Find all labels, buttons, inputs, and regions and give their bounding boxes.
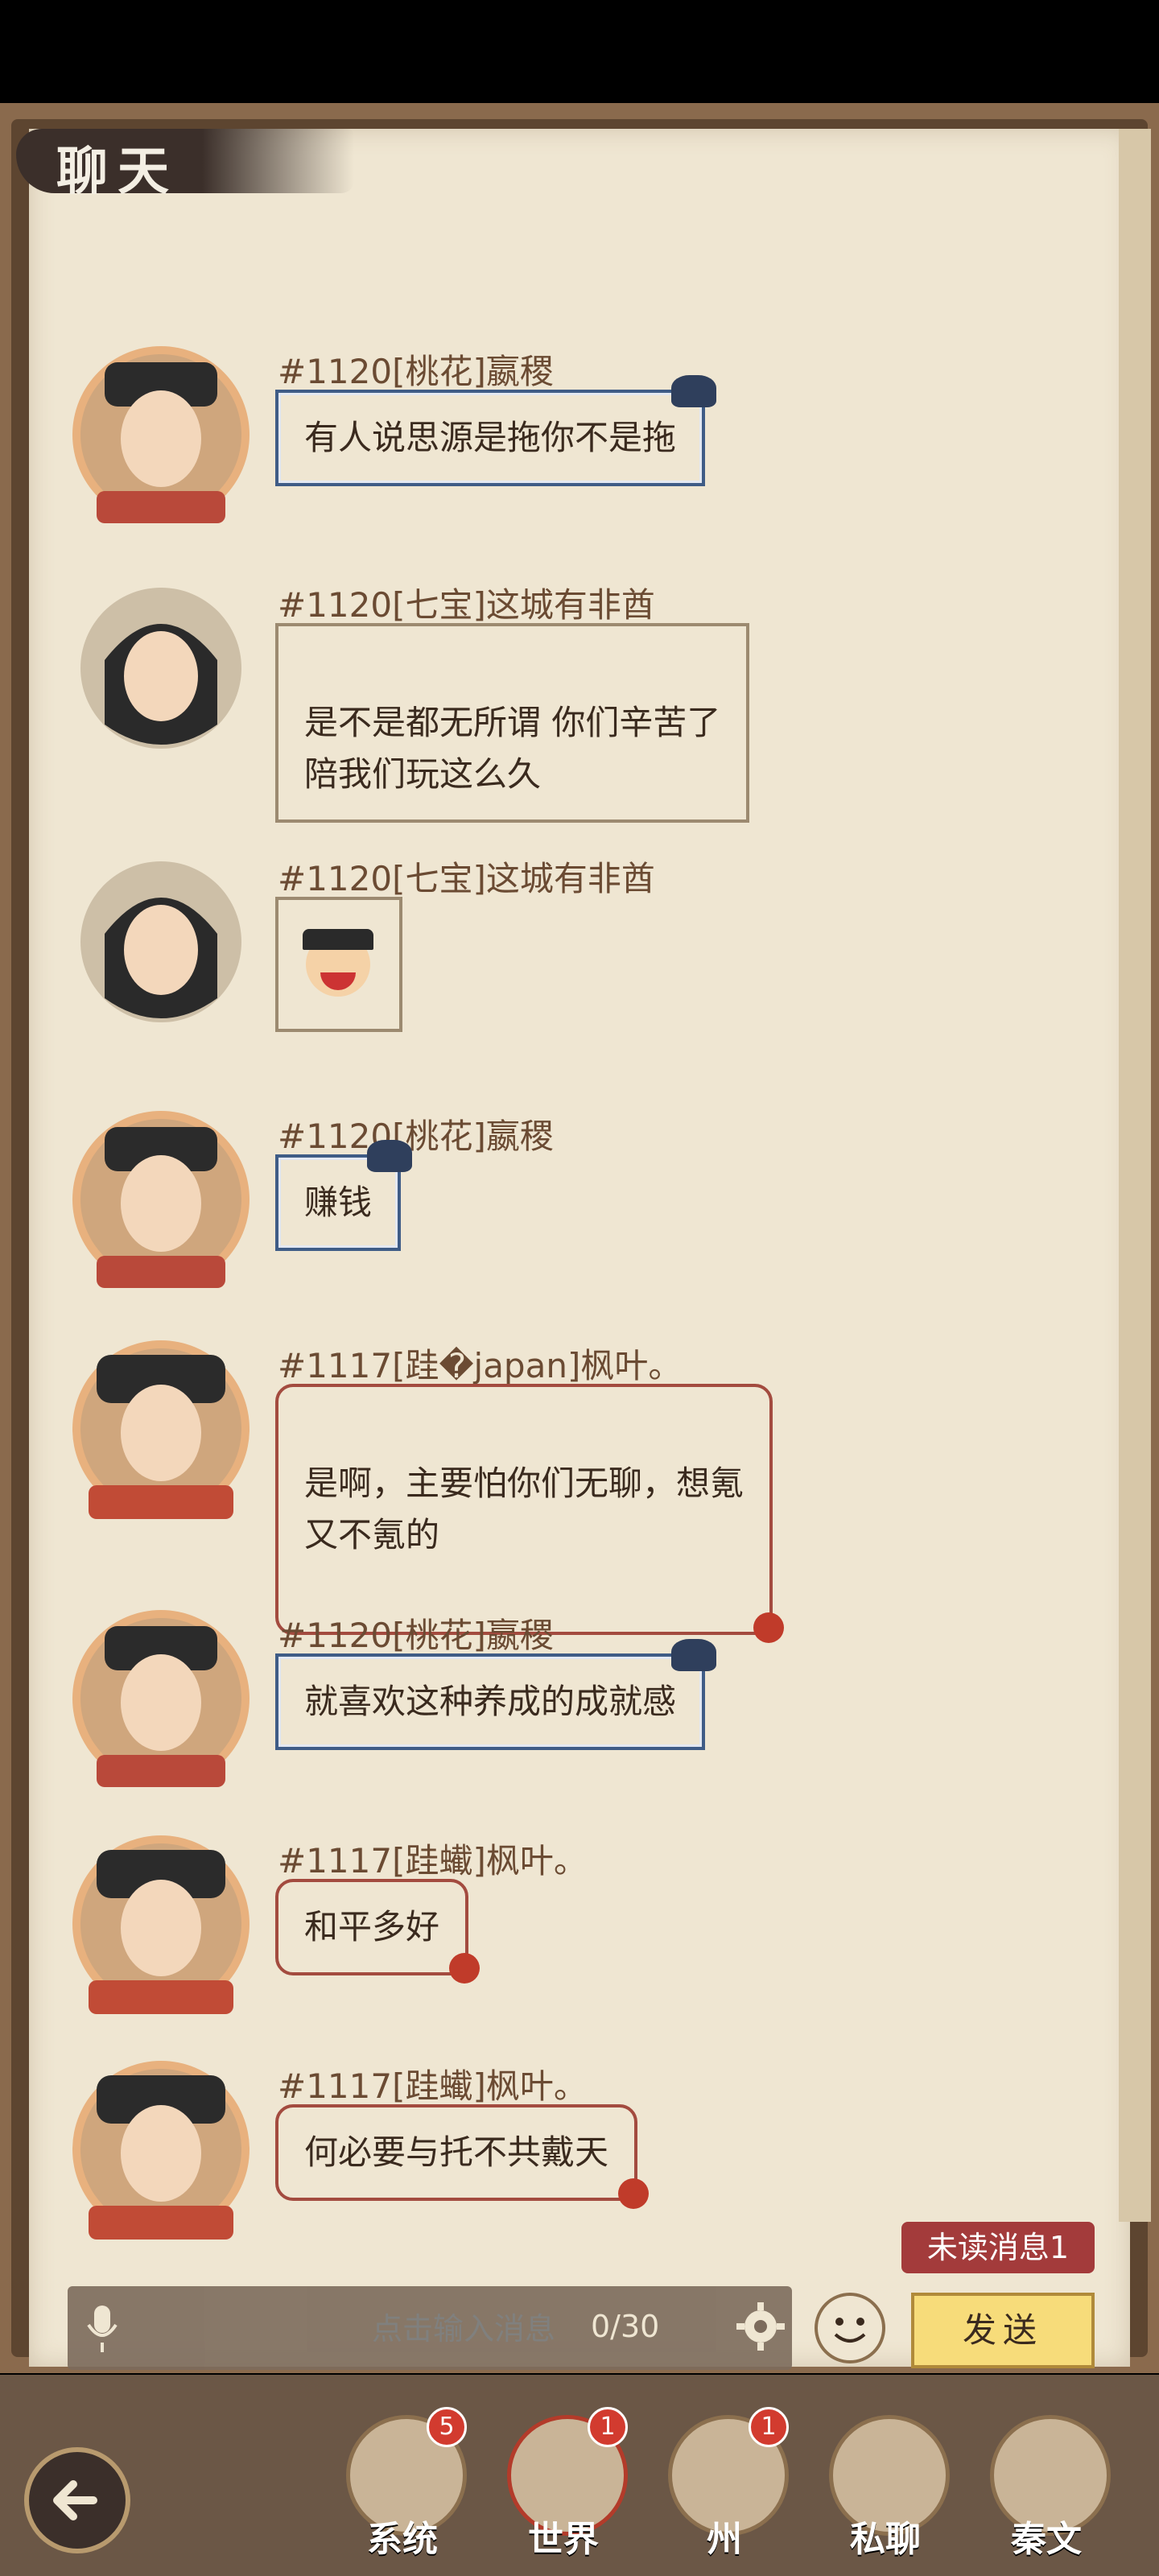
tab-qinwen[interactable]: 秦文 — [974, 2407, 1119, 2568]
microphone-icon[interactable] — [84, 2301, 121, 2355]
message-bubble[interactable]: 赚钱 — [275, 1140, 413, 1251]
avatar-icon — [72, 1340, 250, 1519]
avatar-icon — [72, 1610, 250, 1787]
message-text: 和平多好 — [304, 1907, 440, 1946]
sender-name: #1120[桃花]嬴稷 — [278, 1616, 554, 1655]
sender-name: #1120[桃花]嬴稷 — [278, 352, 554, 391]
avatar-icon — [72, 1111, 250, 1288]
sender-name: #1117[跬蠘]枫叶。 — [278, 1841, 588, 1880]
emoji-button-icon[interactable] — [813, 2291, 887, 2365]
pouch-icon — [449, 1953, 481, 1984]
avatar-icon — [72, 346, 250, 523]
tab-badge: 5 — [427, 2407, 467, 2447]
message-text: 有人说思源是拖你不是拖 — [304, 418, 677, 457]
sender-name: #1120[七宝]这城有非酋 — [278, 585, 655, 625]
message-bubble[interactable]: 是不是都无所谓 你们辛苦了 陪我们玩这么久 — [275, 623, 750, 823]
message-text: 是啊，主要怕你们无聊，想氪 又不氪的 — [304, 1463, 744, 1554]
message-bubble[interactable]: 何必要与托不共戴天 — [275, 2104, 650, 2209]
tab-label: 系统 — [367, 2519, 438, 2560]
sender-name: #1117[跬�japan]枫叶。 — [278, 1346, 683, 1385]
avatar-icon — [80, 861, 241, 1022]
message-text: 何必要与托不共戴天 — [304, 2132, 609, 2172]
message-input[interactable] — [148, 2297, 779, 2360]
status-bar — [0, 0, 1159, 103]
settings-gear-icon[interactable] — [732, 2298, 789, 2355]
character-counter: 0/30 — [591, 2309, 660, 2344]
pouch-icon — [618, 2178, 650, 2209]
paper-edge — [1119, 129, 1151, 2222]
avatar[interactable] — [64, 1602, 258, 1795]
message-bubble[interactable]: 和平多好 — [275, 1879, 481, 1984]
sender-name: #1120[桃花]嬴稷 — [278, 1117, 554, 1156]
message-input-bar: 0/30 — [68, 2286, 792, 2370]
tab-label: 世界 — [528, 2519, 599, 2560]
message-bubble[interactable]: 是啊，主要怕你们无聊，想氪 又不氪的 — [275, 1384, 785, 1643]
message-text: 是不是都无所谓 你们辛苦了 陪我们玩这么久 — [304, 703, 721, 794]
avatar[interactable] — [64, 2053, 258, 2246]
back-button[interactable] — [24, 2447, 130, 2553]
hat-icon — [671, 375, 717, 407]
avatar[interactable] — [64, 338, 258, 531]
page-title: 聊天 — [56, 142, 179, 202]
avatar[interactable] — [64, 572, 258, 765]
pouch-icon — [753, 1612, 785, 1643]
tab-system[interactable]: 5 系统 — [330, 2407, 475, 2568]
title-area: 聊天 — [16, 113, 354, 209]
tab-label: 私聊 — [850, 2519, 921, 2560]
tab-label: 州 — [707, 2519, 742, 2560]
emoji-message[interactable] — [275, 897, 402, 1032]
hat-icon — [367, 1140, 413, 1172]
message-bubble[interactable]: 就喜欢这种养成的成就感 — [275, 1639, 717, 1750]
avatar[interactable] — [64, 845, 258, 1038]
hat-icon — [671, 1639, 717, 1671]
message-text: 就喜欢这种养成的成就感 — [304, 1682, 677, 1721]
message-bubble[interactable]: 有人说思源是拖你不是拖 — [275, 375, 717, 486]
avatar[interactable] — [64, 1827, 258, 2021]
tab-label: 秦文 — [1011, 2519, 1082, 2560]
tab-badge: 1 — [588, 2407, 628, 2447]
sender-name: #1120[七宝]这城有非酋 — [278, 859, 655, 898]
emoji-hat-icon — [303, 929, 373, 950]
avatar-icon — [72, 1835, 250, 2014]
tab-private[interactable]: 私聊 — [813, 2407, 958, 2568]
tab-badge: 1 — [749, 2407, 789, 2447]
avatar[interactable] — [64, 1103, 258, 1296]
sender-name: #1117[跬蠘]枫叶。 — [278, 2066, 588, 2106]
unread-messages-button[interactable]: 未读消息1 — [901, 2222, 1095, 2273]
tab-state[interactable]: 1 州 — [652, 2407, 797, 2568]
avatar-icon — [80, 588, 241, 749]
back-arrow-icon — [53, 2480, 97, 2520]
avatar-icon — [72, 2061, 250, 2240]
avatar[interactable] — [64, 1332, 258, 1525]
tab-world[interactable]: 1 世界 — [491, 2407, 636, 2568]
send-button[interactable]: 发送 — [911, 2293, 1095, 2368]
message-text: 赚钱 — [304, 1183, 373, 1222]
